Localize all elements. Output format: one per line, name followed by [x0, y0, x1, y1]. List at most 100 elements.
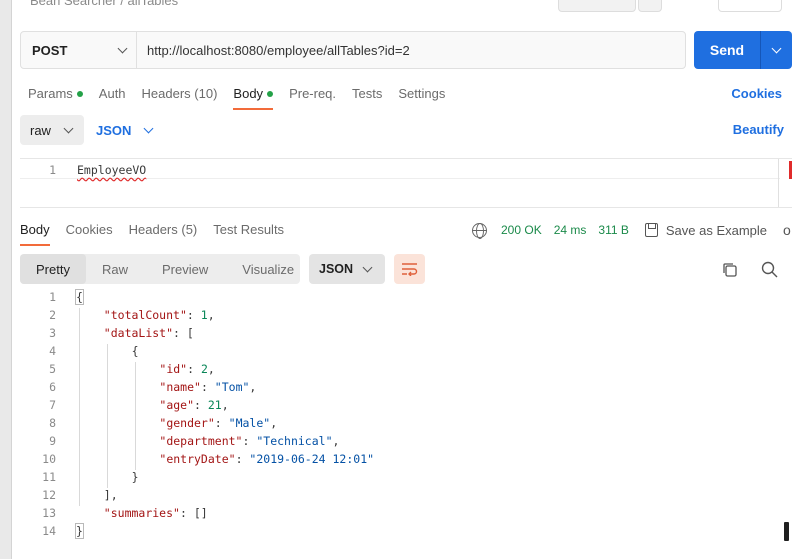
tab-settings[interactable]: Settings — [398, 86, 445, 110]
line-number: 11 — [42, 470, 56, 484]
json-string: "Technical" — [256, 434, 333, 448]
line-number: 1 — [49, 290, 56, 304]
breadcrumb[interactable]: Bean Searcher / allTables — [30, 0, 178, 8]
body-mode-select[interactable]: raw — [20, 115, 84, 145]
response-time[interactable]: 24 ms — [554, 223, 587, 237]
method-label: POST — [32, 42, 68, 58]
chevron-down-icon — [362, 262, 373, 272]
globe-icon[interactable] — [472, 222, 487, 239]
code-text: "dataList": [ — [104, 326, 194, 340]
status-code[interactable]: 200 OK — [501, 223, 542, 237]
body-format-label: JSON — [96, 122, 132, 138]
body-format-select[interactable]: JSON — [96, 122, 154, 138]
method-select[interactable]: POST — [21, 32, 137, 68]
line-number: 3 — [49, 326, 56, 340]
code-text: } — [132, 470, 139, 484]
json-punctuation: : — [235, 452, 250, 466]
code-line: 4{ — [20, 344, 780, 362]
tab-params[interactable]: Params — [28, 86, 83, 110]
json-key: "age" — [159, 398, 195, 412]
code-text: "id": 2, — [159, 362, 214, 376]
code-text: "age": 21, — [159, 398, 228, 412]
code-text: ], — [104, 488, 118, 502]
json-number: 1 — [200, 308, 208, 322]
tab-pre-req[interactable]: Pre-req. — [289, 86, 336, 110]
json-punctuation: , — [332, 434, 340, 448]
save-icon — [644, 223, 658, 237]
request-body-editor[interactable]: 1 EmployeeVO — [20, 158, 792, 208]
json-punctuation: : — [187, 362, 201, 376]
indent-guide — [106, 344, 108, 488]
line-number: 6 — [49, 380, 56, 394]
send-button[interactable]: Send — [694, 31, 792, 69]
code-text: { — [132, 344, 139, 358]
request-body-text[interactable]: EmployeeVO — [77, 163, 146, 177]
chevron-down-icon — [771, 43, 782, 53]
json-punctuation: : [] — [179, 506, 208, 520]
json-punctuation: , — [249, 380, 257, 394]
response-size[interactable]: 311 B — [598, 223, 628, 237]
code-line: 12], — [20, 488, 780, 506]
json-punctuation: ], — [103, 488, 118, 502]
more-options-icon[interactable]: ooo — [783, 222, 792, 238]
code-text: } — [75, 523, 84, 539]
json-string: "2019-06-24 12:01" — [249, 452, 375, 466]
view-mode-pretty[interactable]: Pretty — [20, 254, 86, 284]
json-key: "summaries" — [103, 506, 180, 520]
response-tab-headers-5[interactable]: Headers (5) — [129, 222, 198, 246]
tab-label: Settings — [398, 86, 446, 101]
chevron-down-icon — [63, 123, 74, 133]
chevron-down-icon — [117, 43, 128, 53]
code-text: "gender": "Male", — [159, 416, 277, 430]
left-sidebar-edge — [0, 0, 12, 559]
beautify-link[interactable]: Beautify — [733, 122, 784, 137]
json-punctuation: , — [207, 362, 215, 376]
response-format-select[interactable]: JSON — [309, 254, 385, 284]
request-tabs: Params Auth Headers (10) Body Pre-req. Tests S… — [28, 86, 461, 110]
status-dot-icon — [267, 90, 274, 97]
tab-body[interactable]: Body — [233, 86, 274, 110]
json-punctuation: , — [207, 308, 215, 322]
json-key: "dataList" — [103, 326, 174, 340]
top-toolbar-cut: Bean Searcher / allTables — [12, 0, 792, 14]
view-mode-raw[interactable]: Raw — [102, 254, 128, 284]
code-line: 2 "totalCount": 1, — [20, 308, 780, 326]
tab-tests[interactable]: Tests — [352, 86, 382, 110]
json-punctuation: : — [214, 416, 229, 430]
scrollbar[interactable] — [784, 522, 789, 541]
json-punctuation: : [ — [173, 326, 194, 340]
json-key: "entryDate" — [159, 452, 236, 466]
tab-auth[interactable]: Auth — [99, 86, 126, 110]
copy-icon[interactable] — [722, 262, 738, 281]
view-mode-preview[interactable]: Preview — [162, 254, 208, 284]
tab-headers-10[interactable]: Headers (10) — [142, 86, 218, 110]
response-tab-test-results[interactable]: Test Results — [213, 222, 284, 246]
url-input[interactable]: http://localhost:8080/employee/allTables… — [137, 43, 685, 58]
save-as-example-label: Save as Example — [665, 222, 768, 238]
response-tab-body[interactable]: Body — [20, 222, 50, 246]
json-key: "id" — [159, 362, 188, 376]
line-number: 4 — [49, 344, 56, 358]
indent-guide — [134, 362, 136, 470]
tab-label: Tests — [352, 86, 383, 101]
save-dropdown-button[interactable] — [638, 0, 662, 12]
edit-toggle[interactable] — [718, 0, 782, 12]
chevron-down-icon — [143, 123, 154, 133]
cookies-link[interactable]: Cookies — [731, 86, 782, 101]
save-as-example-button[interactable]: Save as Example — [644, 222, 768, 238]
json-key: "department" — [159, 434, 243, 448]
view-mode-visualize[interactable]: Visualize — [242, 254, 294, 284]
json-punctuation: } — [75, 523, 84, 539]
indent-guide — [79, 308, 80, 506]
json-punctuation: : — [200, 380, 215, 394]
response-tab-cookies[interactable]: Cookies — [66, 222, 113, 246]
response-body-viewer[interactable]: 1{2 "totalCount": 1, 3 "dataList": [4{5 "id"… — [20, 289, 792, 559]
wrap-lines-icon — [402, 263, 418, 276]
search-icon[interactable] — [761, 261, 778, 281]
send-dropdown[interactable] — [761, 43, 792, 53]
json-key: "totalCount" — [103, 308, 187, 322]
code-line: 13 "summaries": [] — [20, 506, 780, 524]
response-tabs: Body Cookies Headers (5) Test Results — [20, 222, 300, 246]
wrap-lines-button[interactable] — [394, 254, 425, 284]
save-button[interactable] — [558, 0, 636, 12]
